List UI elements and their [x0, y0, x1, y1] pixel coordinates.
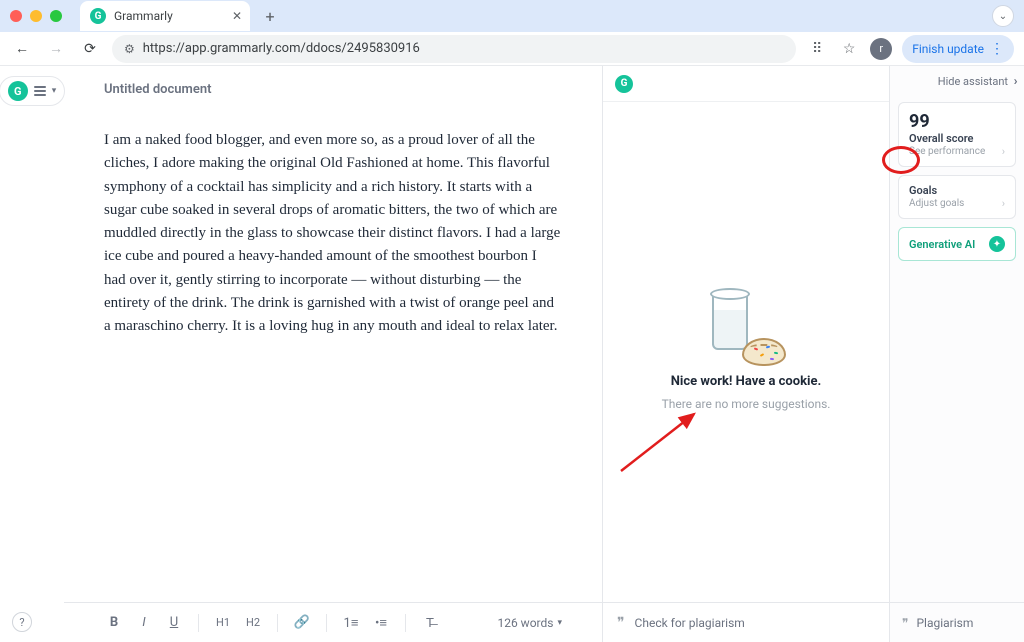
app: G ▾ Untitled document I am a naked food … [0, 66, 1024, 642]
left-rail: G ▾ [0, 66, 64, 642]
overall-score-card[interactable]: 99 Overall score See performance › [898, 102, 1016, 167]
hide-assistant-label: Hide assistant [938, 75, 1008, 88]
link-button[interactable]: 🔗 [292, 613, 312, 633]
clear-format-button[interactable]: T̶ [420, 613, 440, 633]
browser-tab[interactable]: G Grammarly ✕ [80, 1, 250, 31]
score-label: Overall score [909, 132, 1005, 145]
assistant-cards: 99 Overall score See performance › Goals… [890, 96, 1024, 267]
suggestions-header: G [603, 66, 889, 102]
new-tab-button[interactable]: + [256, 2, 284, 30]
grammarly-logo-icon: G [8, 81, 28, 101]
doc-menu-button[interactable]: G ▾ [0, 76, 65, 106]
ordered-list-button[interactable]: 1≡ [341, 613, 361, 633]
unordered-list-button[interactable]: •≡ [371, 613, 391, 633]
chevron-right-icon: › [1002, 197, 1005, 210]
cookie-illustration-icon [706, 294, 786, 366]
suggestions-pane: G Nice work! Have a cookie. There are no… [603, 66, 890, 642]
address-row: ← → ⟳ ⚙ https://app.grammarly.com/ddocs/… [0, 32, 1024, 66]
score-value: 99 [909, 111, 1005, 132]
h1-button[interactable]: H1 [213, 613, 233, 633]
window-controls [10, 10, 62, 22]
suggestions-headline: Nice work! Have a cookie. [671, 374, 822, 389]
separator [405, 614, 406, 632]
reload-button[interactable]: ⟳ [78, 37, 102, 61]
score-sublabel: See performance [909, 146, 985, 157]
grammarly-logo-icon: G [615, 75, 633, 93]
chevron-down-icon: ▾ [52, 86, 57, 96]
check-plagiarism-button[interactable]: ❞ Check for plagiarism [603, 602, 889, 642]
minimize-window-button[interactable] [30, 10, 42, 22]
grammarly-favicon-icon: G [90, 8, 106, 24]
finish-update-label: Finish update [912, 42, 984, 56]
hide-assistant-button[interactable]: Hide assistant ›› [890, 66, 1024, 96]
bookmark-icon[interactable]: ☆ [838, 38, 860, 60]
editor-pane: Untitled document I am a naked food blog… [64, 66, 603, 642]
goals-sublabel: Adjust goals [909, 198, 964, 209]
address-actions: ⠿ ☆ r Finish update ⋮ [806, 35, 1014, 63]
quote-icon: ❞ [902, 616, 908, 630]
address-bar[interactable]: ⚙ https://app.grammarly.com/ddocs/249583… [112, 35, 796, 63]
quote-icon: ❞ [617, 615, 625, 631]
close-window-button[interactable] [10, 10, 22, 22]
h2-button[interactable]: H2 [243, 613, 263, 633]
separator [326, 614, 327, 632]
format-group: B I U H1 H2 🔗 1≡ •≡ T̶ [104, 613, 440, 633]
chrome-menu-button[interactable]: ⌄ [992, 5, 1014, 27]
browser-chrome: G Grammarly ✕ + ⌄ ← → ⟳ ⚙ https://app.gr… [0, 0, 1024, 66]
plagiarism-label: Plagiarism [916, 616, 973, 630]
document-body[interactable]: I am a naked food blogger, and even more… [64, 101, 602, 602]
check-plagiarism-label: Check for plagiarism [635, 616, 745, 630]
document-title-input[interactable]: Untitled document [104, 82, 562, 97]
back-button[interactable]: ← [10, 37, 34, 61]
sparkle-icon: ✦ [989, 236, 1005, 252]
url-text: https://app.grammarly.com/ddocs/24958309… [143, 41, 420, 56]
suggestions-subtext: There are no more suggestions. [662, 397, 831, 411]
assistant-pane: Hide assistant ›› 99 Overall score See p… [890, 66, 1024, 642]
goals-card[interactable]: Goals Adjust goals › [898, 175, 1016, 219]
chevron-right-icon: › [1002, 145, 1005, 158]
forward-button[interactable]: → [44, 37, 68, 61]
doc-header: Untitled document [64, 66, 602, 101]
help-button[interactable]: ? [12, 612, 32, 632]
generative-ai-label: Generative AI [909, 238, 975, 251]
chevron-down-icon: ▾ [557, 618, 562, 628]
hamburger-icon [34, 86, 46, 96]
translate-icon[interactable]: ⠿ [806, 38, 828, 60]
editor-footer: B I U H1 H2 🔗 1≡ •≡ T̶ 126 words ▾ [64, 602, 602, 642]
word-count-button[interactable]: 126 words ▾ [497, 616, 562, 630]
more-icon[interactable]: ⋮ [990, 41, 1004, 57]
separator [277, 614, 278, 632]
avatar-initial: r [879, 42, 883, 55]
close-tab-icon[interactable]: ✕ [232, 9, 242, 23]
site-settings-icon[interactable]: ⚙ [124, 42, 135, 56]
bold-button[interactable]: B [104, 613, 124, 633]
generative-ai-card[interactable]: Generative AI ✦ [898, 227, 1016, 261]
tab-bar: G Grammarly ✕ + ⌄ [0, 0, 1024, 32]
separator [198, 614, 199, 632]
underline-button[interactable]: U [164, 613, 184, 633]
word-count-label: 126 words [497, 616, 553, 630]
italic-button[interactable]: I [134, 613, 154, 633]
finish-update-button[interactable]: Finish update ⋮ [902, 35, 1014, 63]
goals-label: Goals [909, 184, 1005, 197]
suggestions-empty-state: Nice work! Have a cookie. There are no m… [603, 102, 889, 602]
tab-title: Grammarly [114, 9, 173, 23]
profile-avatar[interactable]: r [870, 38, 892, 60]
maximize-window-button[interactable] [50, 10, 62, 22]
plagiarism-button[interactable]: ❞ Plagiarism [890, 602, 1024, 642]
